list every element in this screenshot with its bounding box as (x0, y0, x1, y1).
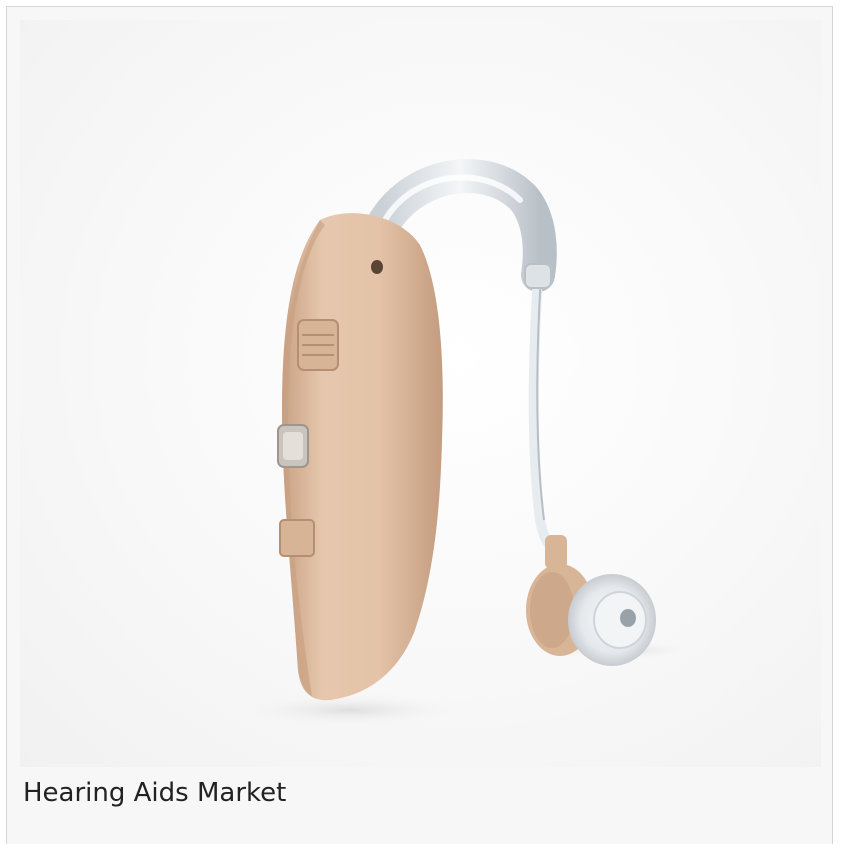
receiver-neck (545, 535, 567, 569)
battery-door-tab (279, 519, 315, 557)
dome-opening (620, 609, 636, 627)
hearing-aid-photo[interactable] (20, 20, 821, 767)
microphone-hole (371, 260, 383, 274)
card-caption[interactable]: Hearing Aids Market (23, 775, 286, 811)
tube-collar (524, 263, 552, 289)
article-card[interactable]: Hearing Aids Market (6, 6, 833, 844)
hearing-aid-illustration (240, 159, 690, 726)
ground-shadow (240, 694, 460, 726)
